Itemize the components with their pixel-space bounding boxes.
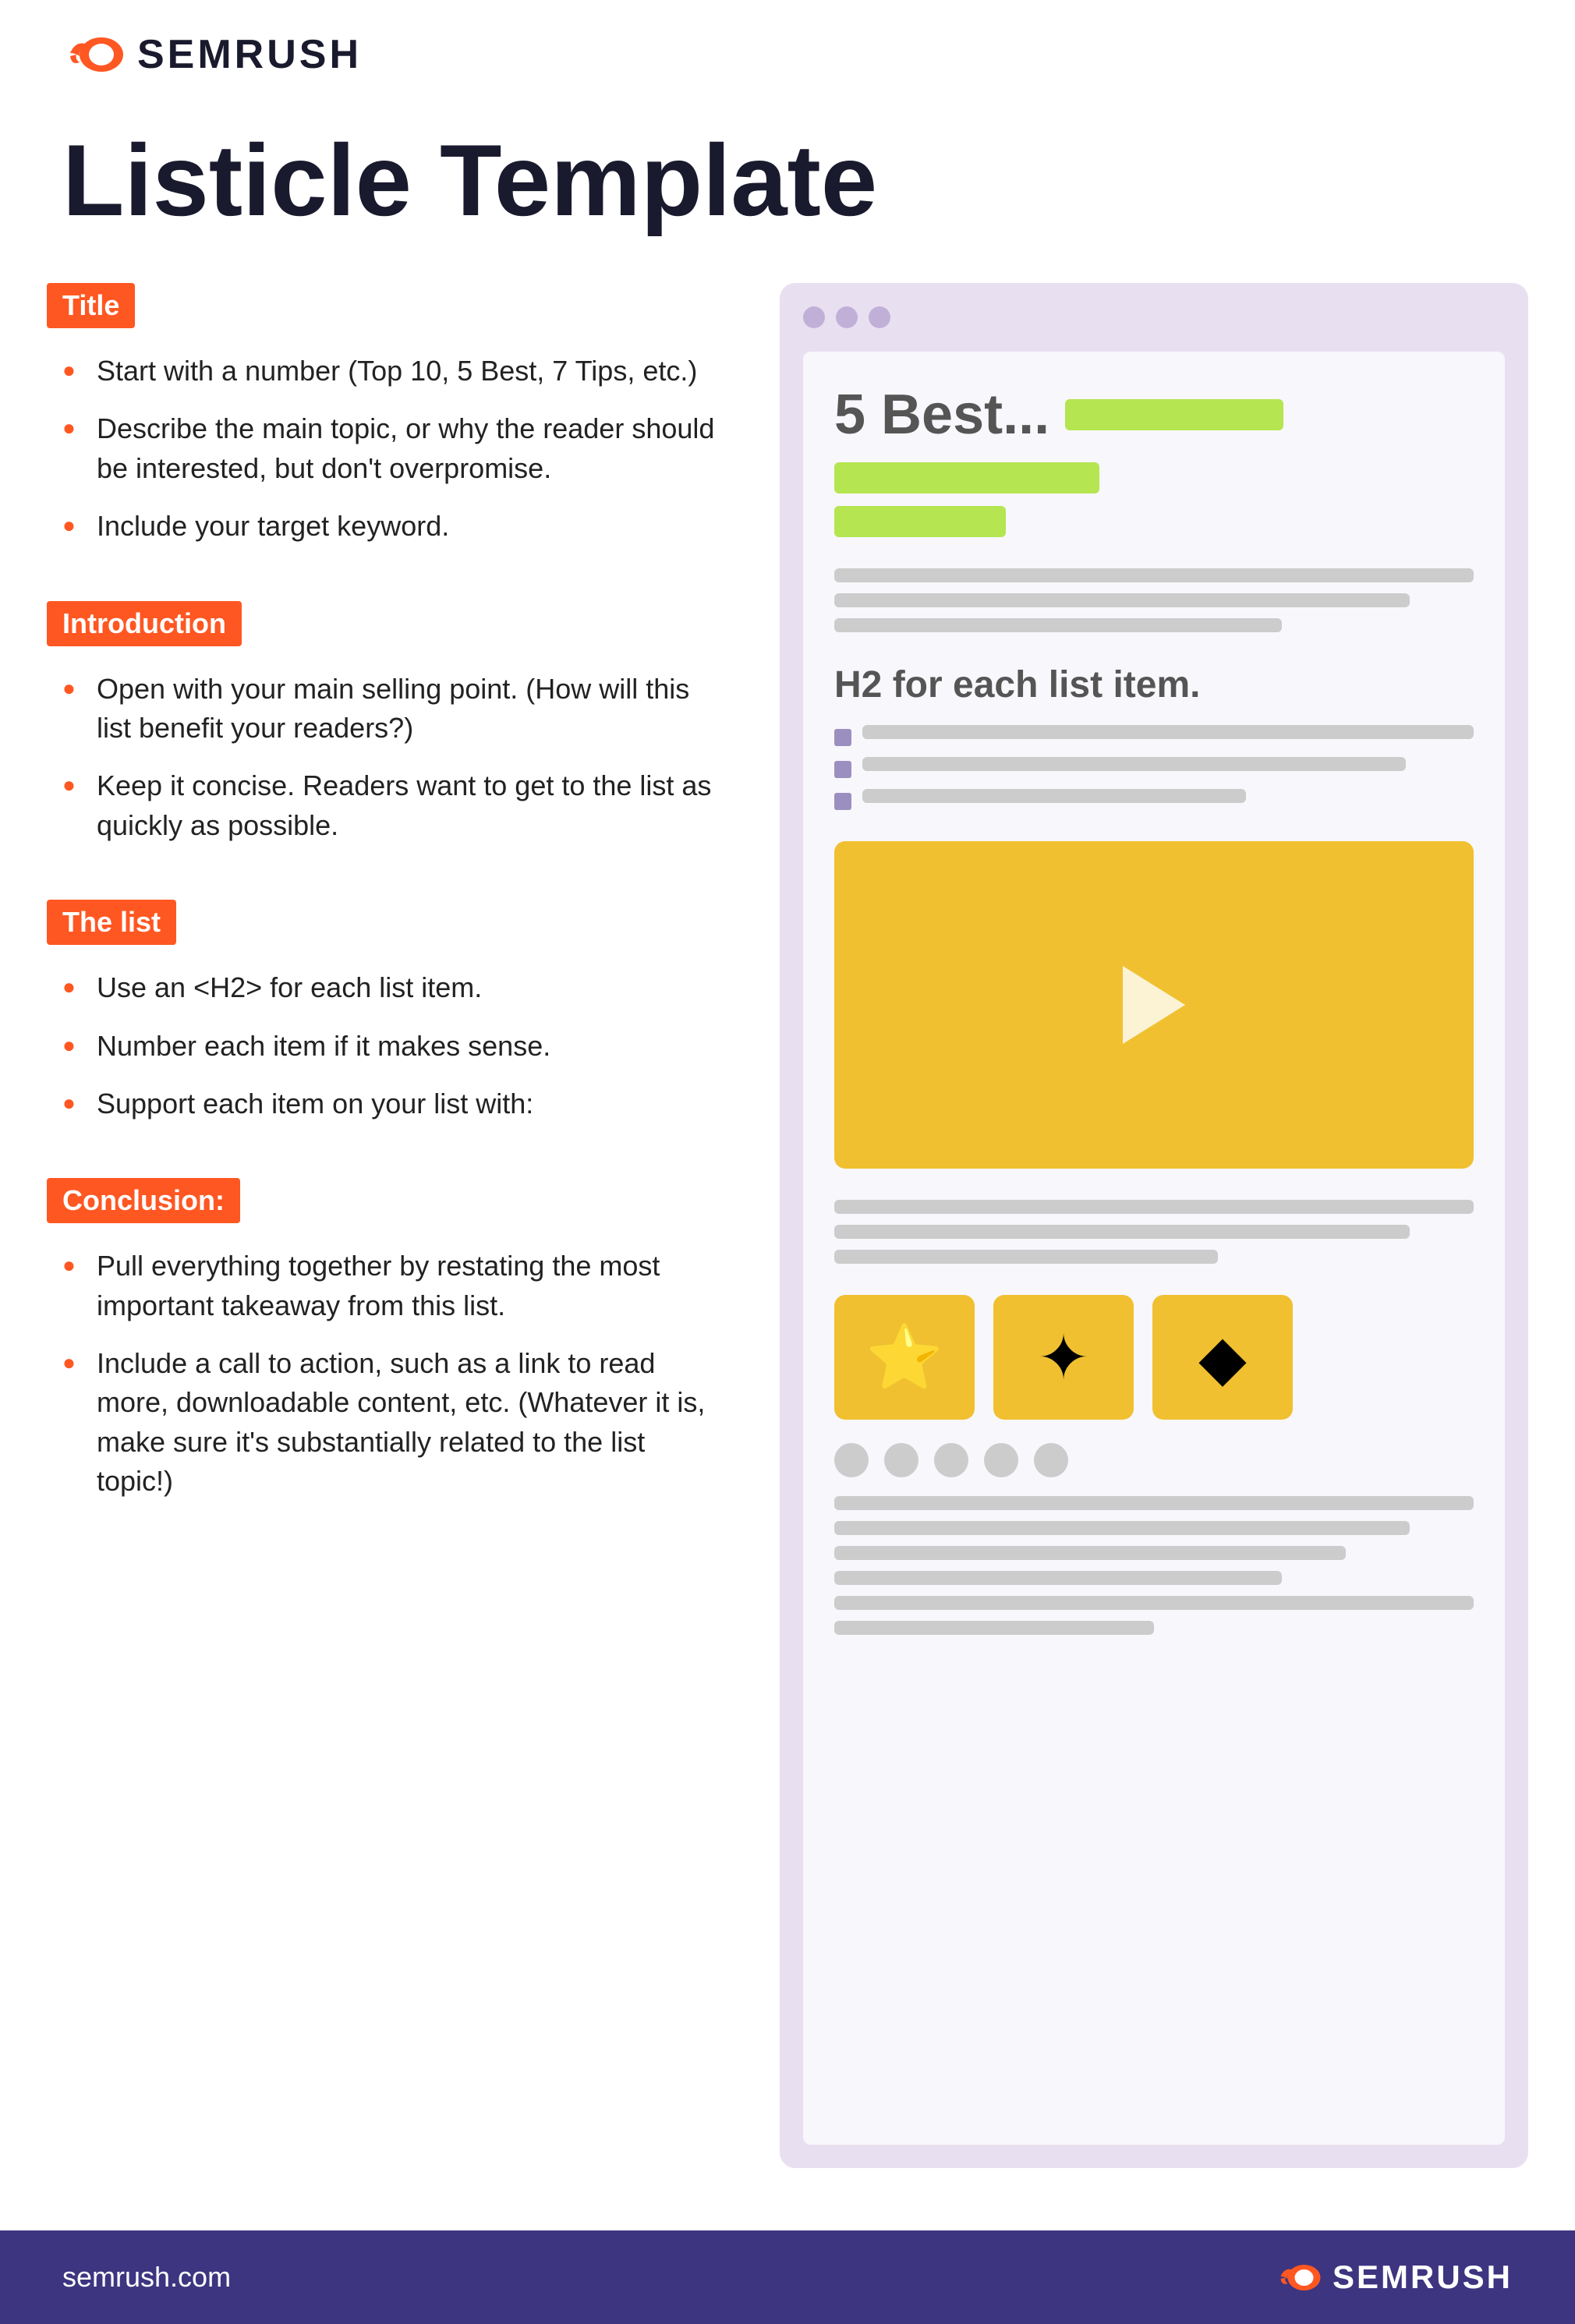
browser-dots [803,306,1505,328]
video-placeholder [834,841,1474,1169]
intro-bullet-1: Open with your main selling point. (How … [62,670,717,748]
circle-4 [984,1443,1018,1477]
circle-3 [934,1443,968,1477]
title-section: Title Start with a number (Top 10, 5 Bes… [47,283,717,547]
purple-square-1 [834,729,851,746]
browser-dot-3 [869,306,890,328]
purple-line-2 [862,757,1406,771]
header: SEMRUSH [0,0,1575,94]
browser-content: 5 Best... H2 for each list item. [803,352,1505,2145]
page-title: Listicle Template [0,94,1575,283]
star-box-2: ✦ [993,1295,1134,1420]
green-bar-2 [834,462,1099,493]
gray-line-3 [834,618,1282,632]
browser-h2: H2 for each list item. [834,663,1474,706]
purple-square-2 [834,761,851,778]
footer-logo: SEMRUSH [1275,2259,1513,2296]
title-bullet-1: Start with a number (Top 10, 5 Best, 7 T… [62,352,717,391]
purple-line-1 [862,725,1474,739]
gray-line-10 [834,1571,1282,1585]
conclusion-bullet-list: Pull everything together by restating th… [47,1247,717,1501]
browser-h1: 5 Best... [834,383,1049,447]
circle-1 [834,1443,869,1477]
footer: semrush.com SEMRUSH [0,2230,1575,2324]
purple-row-3 [834,789,1474,810]
title-bullet-3: Include your target keyword. [62,507,717,546]
purple-line-3 [862,789,1246,803]
star-icon-1: ⭐ [865,1321,943,1394]
browser-text-lines-3 [834,1496,1474,1635]
logo-text: SEMRUSH [137,31,362,78]
gray-line-1 [834,568,1474,582]
introduction-section: Introduction Open with your main selling… [47,601,717,846]
purple-square-3 [834,793,851,810]
browser-dot-2 [836,306,858,328]
conclusion-label: Conclusion: [47,1178,240,1223]
green-bar-title [1065,399,1283,430]
gray-line-4 [834,1200,1474,1214]
semrush-logo-icon [62,31,125,78]
browser-mockup: 5 Best... H2 for each list item. [780,283,1528,2168]
purple-row-1 [834,725,1474,746]
gray-line-5 [834,1225,1410,1239]
title-bullet-list: Start with a number (Top 10, 5 Best, 7 T… [47,352,717,547]
star-box-3: ◆ [1152,1295,1293,1420]
main-content: Title Start with a number (Top 10, 5 Bes… [0,283,1575,2168]
green-bar-3 [834,506,1006,537]
introduction-label: Introduction [47,601,242,646]
introduction-bullet-list: Open with your main selling point. (How … [47,670,717,846]
browser-text-lines-2 [834,1200,1474,1264]
star-box-1: ⭐ [834,1295,975,1420]
gray-line-6 [834,1250,1218,1264]
list-bullet-1: Use an <H2> for each list item. [62,968,717,1007]
title-bullet-2: Describe the main topic, or why the read… [62,409,717,488]
gray-line-8 [834,1521,1410,1535]
list-bullet-2: Number each item if it makes sense. [62,1027,717,1066]
the-list-bullet-list: Use an <H2> for each list item. Number e… [47,968,717,1123]
browser-title-area: 5 Best... [834,383,1474,537]
conclusion-section: Conclusion: Pull everything together by … [47,1178,717,1501]
the-list-label: The list [47,900,176,945]
circles-row [834,1443,1474,1477]
circle-2 [884,1443,918,1477]
intro-bullet-2: Keep it concise. Readers want to get to … [62,766,717,845]
title-label: Title [47,283,135,328]
star-icon-3: ◆ [1198,1321,1247,1394]
gray-line-7 [834,1496,1474,1510]
footer-url: semrush.com [62,2261,231,2294]
conclusion-bullet-1: Pull everything together by restating th… [62,1247,717,1325]
browser-intro-lines [834,568,1474,632]
footer-logo-icon [1275,2260,1322,2295]
purple-row-2 [834,757,1474,778]
conclusion-bullet-2: Include a call to action, such as a link… [62,1344,717,1502]
circle-5 [1034,1443,1068,1477]
browser-dot-1 [803,306,825,328]
stars-row: ⭐ ✦ ◆ [834,1295,1474,1420]
star-icon-2: ✦ [1037,1321,1089,1394]
list-bullet-3: Support each item on your list with: [62,1084,717,1123]
gray-line-9 [834,1546,1346,1560]
the-list-section: The list Use an <H2> for each list item.… [47,900,717,1123]
gray-line-11 [834,1596,1474,1610]
gray-line-12 [834,1621,1154,1635]
left-column: Title Start with a number (Top 10, 5 Bes… [47,283,749,2168]
play-icon [1123,966,1185,1044]
footer-logo-text: SEMRUSH [1333,2259,1513,2296]
right-column: 5 Best... H2 for each list item. [749,283,1528,2168]
browser-h2-section: H2 for each list item. [834,663,1474,810]
browser-title-row: 5 Best... [834,383,1474,447]
gray-line-2 [834,593,1410,607]
